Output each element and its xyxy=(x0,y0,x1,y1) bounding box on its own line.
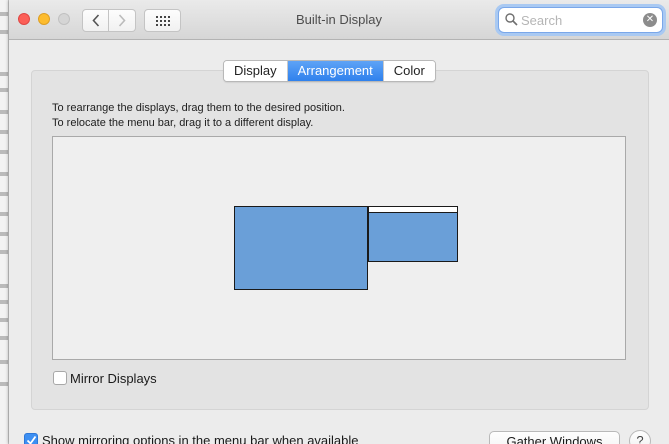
tab-color[interactable]: Color xyxy=(383,61,435,81)
gather-windows-button[interactable]: Gather Windows xyxy=(489,431,620,444)
menu-bar-handle[interactable] xyxy=(369,207,457,213)
close-button[interactable] xyxy=(18,13,30,25)
show-mirroring-checkbox[interactable] xyxy=(24,433,38,444)
search-icon xyxy=(505,13,518,26)
chevron-left-icon xyxy=(91,14,99,27)
checkmark-icon xyxy=(26,435,37,444)
show-mirroring-label: Show mirroring options in the menu bar w… xyxy=(42,433,359,444)
instruction-menu-bar: To relocate the menu bar, drag it to a d… xyxy=(52,117,314,129)
minimize-button[interactable] xyxy=(38,13,50,25)
title-bar: Built-in Display ✕ xyxy=(9,0,669,40)
clear-search-icon[interactable]: ✕ xyxy=(643,13,657,27)
search-field[interactable]: ✕ xyxy=(498,7,663,33)
tab-display[interactable]: Display xyxy=(224,61,288,81)
search-input[interactable] xyxy=(521,12,639,29)
instruction-rearrange: To rearrange the displays, drag them to … xyxy=(52,102,345,114)
grid-icon xyxy=(155,15,170,26)
window-title: Built-in Display xyxy=(296,12,382,27)
back-button[interactable] xyxy=(82,9,109,32)
secondary-display[interactable] xyxy=(368,206,458,262)
tab-bar: Display Arrangement Color xyxy=(223,60,436,82)
show-all-button[interactable] xyxy=(144,9,181,32)
mirror-displays-checkbox[interactable] xyxy=(53,371,67,385)
display-arrangement-area[interactable] xyxy=(52,136,626,360)
forward-button[interactable] xyxy=(109,9,136,32)
zoom-button[interactable] xyxy=(58,13,70,25)
mirror-displays-label: Mirror Displays xyxy=(70,371,157,386)
preferences-window: Built-in Display ✕ Display Arrangement C… xyxy=(9,0,669,444)
background-window xyxy=(0,0,9,444)
main-display[interactable] xyxy=(234,206,368,290)
tab-arrangement[interactable]: Arrangement xyxy=(287,61,384,81)
help-button[interactable]: ? xyxy=(629,430,651,444)
chevron-right-icon xyxy=(118,14,126,27)
